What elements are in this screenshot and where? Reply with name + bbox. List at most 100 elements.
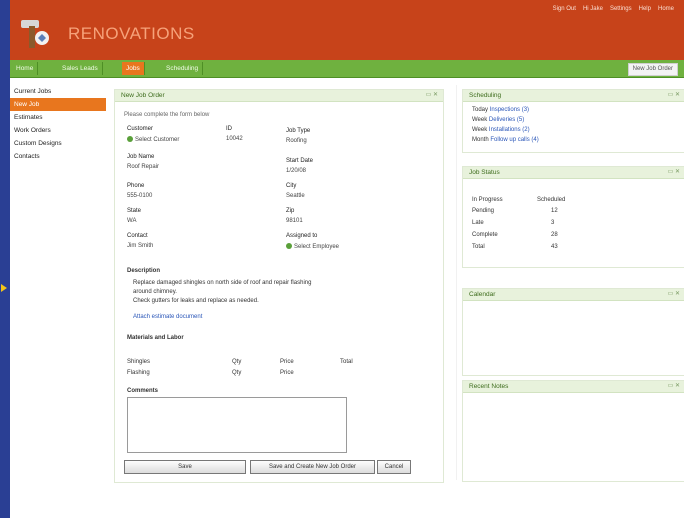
calendar-title: Calendar [469, 291, 496, 298]
cancel-button[interactable]: Cancel [377, 460, 411, 474]
assigned-label: Assigned to [286, 233, 318, 239]
job-status-header: Job Status ▭ ✕ [463, 167, 684, 179]
panel-controls-icon[interactable]: ▭ ✕ [668, 381, 680, 392]
assigned-select[interactable]: Select Employee [286, 243, 339, 250]
zip-value[interactable]: 98101 [286, 218, 303, 224]
job-status-panel: Job Status ▭ ✕ [462, 166, 684, 268]
materials-row-2-col-3: Price [280, 370, 294, 376]
materials-row-1-col-2: Qty [232, 359, 242, 365]
notes-title: Recent Notes [469, 383, 509, 390]
brand-title: RENOVATIONS [68, 24, 195, 43]
panel-title: New Job Order [121, 92, 165, 99]
sidebar: Current Jobs New Job Estimates Work Orde… [10, 85, 106, 163]
form-intro: Please complete the form below [124, 112, 210, 118]
status-row-1-label: In Progress [472, 197, 503, 203]
materials-row-2-col-2: Qty [232, 370, 242, 376]
contact-value[interactable]: Jim Smith [127, 243, 153, 249]
top-links: Sign Out Hi Jake Settings Help Home [553, 6, 674, 12]
job-type-label: Job Type [286, 128, 311, 134]
help-link[interactable]: Help [639, 6, 651, 12]
header: RENOVATIONS Sign Out Hi Jake Settings He… [10, 0, 684, 60]
customer-label: Customer [127, 126, 154, 132]
city-label: City [286, 183, 297, 189]
contact-label: Contact [127, 233, 148, 239]
settings-link[interactable]: Settings [610, 6, 632, 12]
job-status-title: Job Status [469, 169, 500, 176]
description-line-2: around chimney. [133, 289, 177, 295]
plus-icon [286, 243, 292, 249]
materials-row-1-col-1: Shingles [127, 359, 151, 365]
selection-arrow [1, 284, 7, 292]
state-value[interactable]: WA [127, 218, 136, 224]
materials-row-1-col-3: Price [280, 359, 294, 365]
sidebar-item-estimates[interactable]: Estimates [10, 111, 106, 124]
column-divider [456, 85, 457, 480]
phone-label: Phone [127, 183, 145, 189]
scheduling-title: Scheduling [469, 92, 502, 99]
save-new-button[interactable]: Save and Create New Job Order [250, 460, 375, 474]
panel-controls-icon[interactable]: ▭ ✕ [426, 90, 438, 101]
plus-icon [127, 136, 133, 142]
city-value[interactable]: Seattle [286, 193, 305, 199]
calendar-panel: Calendar ▭ ✕ [462, 288, 684, 376]
status-row-5-value: 43 [551, 244, 558, 250]
app-window: RENOVATIONS Sign Out Hi Jake Settings He… [10, 0, 684, 518]
state-label: State [127, 208, 142, 214]
sidebar-item-contacts[interactable]: Contacts [10, 150, 106, 163]
id-label: ID [226, 126, 232, 132]
status-row-2-label: Pending [472, 208, 495, 214]
customer-select[interactable]: Select Customer [127, 136, 179, 143]
materials-row-2-col-1: Flashing [127, 370, 150, 376]
signout-link[interactable]: Sign Out [553, 6, 576, 12]
zip-label: Zip [286, 208, 295, 214]
schedule-item-3[interactable]: Week Installations (2) [472, 127, 530, 133]
status-row-3-value: 3 [551, 220, 555, 226]
start-date-value[interactable]: 1/20/08 [286, 168, 306, 174]
job-type-value[interactable]: Roofing [286, 138, 307, 144]
panel-controls-icon[interactable]: ▭ ✕ [668, 289, 680, 300]
panel-controls-icon[interactable]: ▭ ✕ [668, 167, 680, 178]
status-row-4-value: 28 [551, 232, 558, 238]
notes-header: Recent Notes ▭ ✕ [463, 381, 684, 393]
home-link[interactable]: Home [658, 6, 674, 12]
schedule-item-4[interactable]: Month Follow up calls (4) [472, 137, 539, 143]
schedule-item-1[interactable]: Today Inspections (3) [472, 107, 529, 113]
description-line-1: Replace damaged shingles on north side o… [133, 280, 312, 286]
tab-jobs[interactable]: Jobs [122, 62, 145, 75]
id-value: 10042 [226, 136, 243, 142]
sidebar-item-new-job[interactable]: New Job [10, 98, 106, 111]
status-row-2-value: 12 [551, 208, 558, 214]
save-button[interactable]: Save [124, 460, 246, 474]
schedule-item-2[interactable]: Week Deliveries (5) [472, 117, 524, 123]
job-name-label: Job Name [127, 154, 155, 160]
attach-estimate-link[interactable]: Attach estimate document [133, 314, 202, 320]
scheduling-header: Scheduling ▭ ✕ [463, 90, 684, 102]
sidebar-item-current-jobs[interactable]: Current Jobs [10, 85, 106, 98]
phone-value[interactable]: 555-0100 [127, 193, 152, 199]
tab-sales-leads[interactable]: Sales Leads [58, 62, 103, 75]
notes-panel: Recent Notes ▭ ✕ [462, 380, 684, 482]
status-row-3-label: Late [472, 220, 484, 226]
description-line-3: Check gutters for leaks and replace as n… [133, 298, 259, 304]
user-greeting: Hi Jake [582, 6, 603, 12]
sidebar-item-work-orders[interactable]: Work Orders [10, 124, 106, 137]
sidebar-item-custom-designs[interactable]: Custom Designs [10, 137, 106, 150]
status-row-4-label: Complete [472, 232, 498, 238]
start-date-label: Start Date [286, 158, 314, 164]
comments-textarea[interactable] [127, 397, 347, 453]
panel-controls-icon[interactable]: ▭ ✕ [668, 90, 680, 101]
comments-label: Comments [127, 388, 159, 394]
materials-row-1-col-4: Total [340, 359, 353, 365]
main-nav: Home Sales Leads Jobs Scheduling New Job… [10, 60, 684, 78]
tab-home[interactable]: Home [12, 62, 39, 75]
calendar-header: Calendar ▭ ✕ [463, 289, 684, 301]
tab-scheduling[interactable]: Scheduling [162, 62, 204, 75]
hammer-logo-icon [16, 14, 54, 52]
status-row-5-label: Total [472, 244, 485, 250]
description-label: Description [127, 268, 161, 274]
new-job-order-button[interactable]: New Job Order [627, 63, 678, 76]
job-name-value[interactable]: Roof Repair [127, 164, 159, 170]
materials-label: Materials and Labor [127, 335, 184, 341]
job-order-header: New Job Order ▭ ✕ [115, 90, 443, 102]
new-job-label: New Job Order [632, 66, 673, 72]
